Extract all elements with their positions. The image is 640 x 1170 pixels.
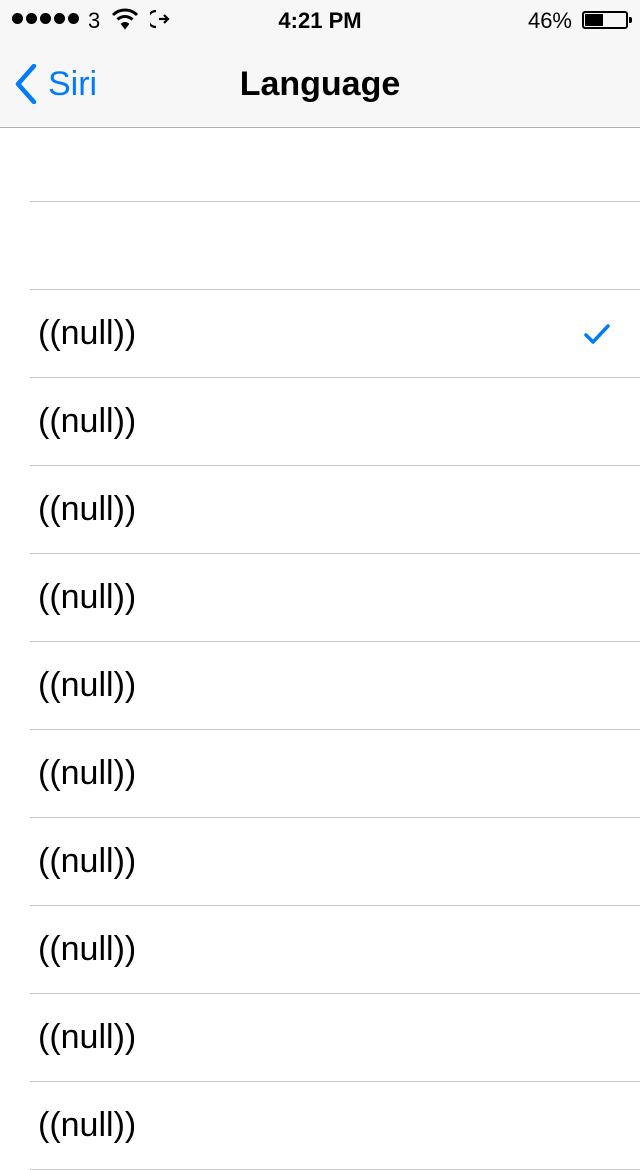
language-item[interactable]: ((null))	[30, 554, 640, 642]
language-item[interactable]: ((null))	[30, 994, 640, 1082]
language-item-label: ((null))	[38, 1106, 137, 1144]
language-item-label: ((null))	[38, 842, 137, 880]
language-item-label: ((null))	[38, 314, 137, 352]
language-item[interactable]: ((null))	[30, 466, 640, 554]
language-item-label: ((null))	[38, 402, 137, 440]
language-item-label: ((null))	[38, 1018, 137, 1056]
navigation-bar: Siri Language	[0, 40, 640, 128]
language-item[interactable]: ((null))	[30, 818, 640, 906]
language-item-label: ((null))	[38, 930, 137, 968]
checkmark-icon	[584, 323, 610, 344]
language-item-label: ((null))	[38, 490, 137, 528]
language-item[interactable]: ((null))	[30, 642, 640, 730]
language-item-label: ((null))	[38, 666, 137, 704]
battery-level-fill	[585, 14, 604, 26]
language-list: ((null)) ((null)) ((null)) ((null)) ((null))…	[0, 128, 640, 1170]
blank-row	[30, 128, 640, 202]
language-item[interactable]: ((null))	[30, 906, 640, 994]
language-item[interactable]: ((null))	[30, 1082, 640, 1170]
language-item-label: ((null))	[38, 578, 137, 616]
language-item[interactable]: ((null))	[30, 378, 640, 466]
page-title: Language	[239, 65, 401, 103]
battery-icon	[582, 11, 632, 29]
status-bar: 3 4:21 PM 46%	[0, 0, 640, 40]
battery-percent: 46%	[527, 8, 572, 33]
language-item[interactable]: ((null))	[30, 730, 640, 818]
blank-row	[30, 202, 640, 290]
language-item[interactable]: ((null))	[30, 290, 640, 378]
language-item-label: ((null))	[38, 754, 137, 792]
